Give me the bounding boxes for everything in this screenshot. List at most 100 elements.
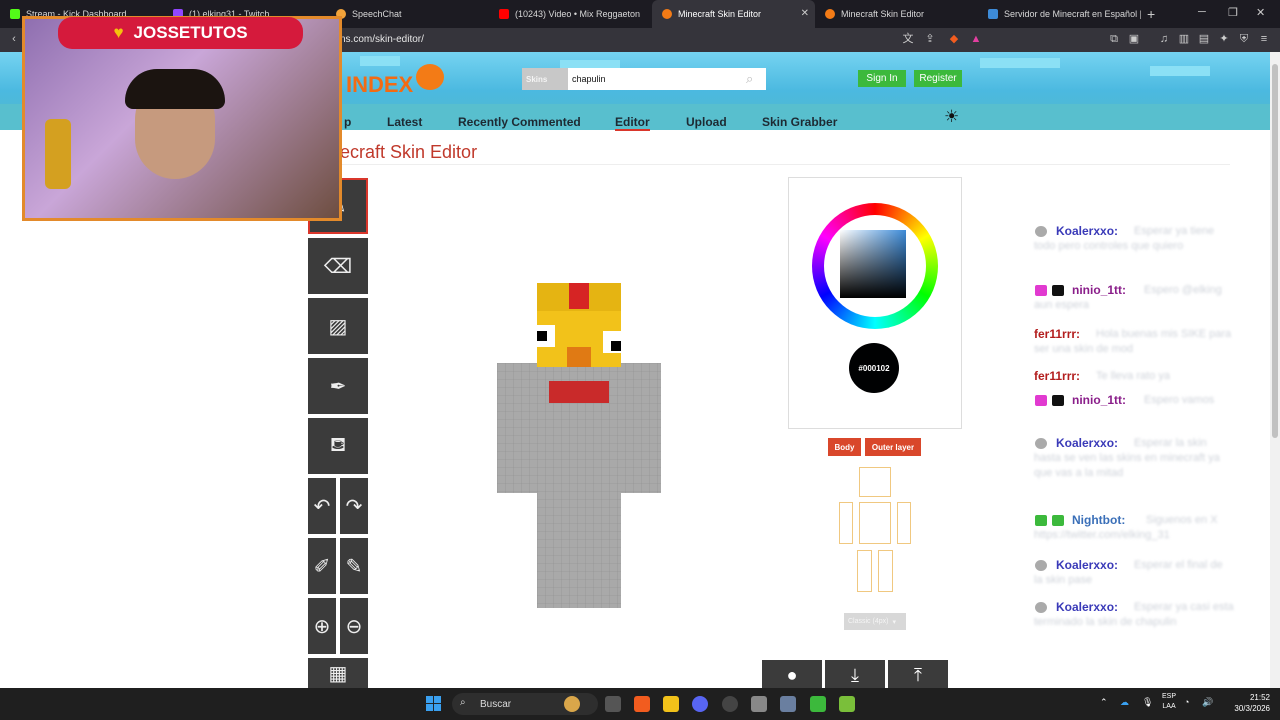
noise-brush-tool-button[interactable]: ▨ [308,298,368,354]
screenshot-icon[interactable]: ▣ [1128,33,1140,45]
cloud-icon[interactable]: ☁ [1120,697,1129,708]
zoom-out-button[interactable]: ⊖ [340,598,368,654]
clock[interactable]: 21:52 30/3/2026 [1222,692,1270,714]
nav-upload[interactable]: Upload [686,115,727,129]
brave-shield-icon[interactable]: ◆ [948,33,960,45]
color-picker-tool-button[interactable]: ✒ [308,358,368,414]
lighten-icon: ✎ [345,555,363,578]
kick-icon [10,9,20,19]
upload-button[interactable]: ⤒ [888,660,948,690]
pixel-cloud [980,58,1060,68]
sign-in-button[interactable]: Sign In [858,70,906,87]
search-category-select[interactable]: Skins [522,68,568,90]
discord-icon[interactable] [692,696,708,712]
nav-latest[interactable]: Latest [387,115,422,129]
close-tab-icon[interactable]: ✕ [801,8,809,19]
rewards-icon[interactable]: ▲ [970,33,982,45]
bucket-tool-button[interactable]: ⛾ [308,418,368,474]
obs-icon[interactable] [722,696,738,712]
part-toggle-right-arm[interactable] [839,502,853,544]
minecraft-icon[interactable] [810,696,826,712]
undo-icon: ↶ [313,495,331,518]
download-button[interactable]: ⤓ [825,660,885,690]
chat-message: Hola buenas mis SIKE para ser una skin d… [1034,328,1232,355]
trophy-figure [45,119,71,189]
minecraft-launcher-icon[interactable] [839,696,855,712]
file-explorer-icon[interactable] [663,696,679,712]
webcam-name-banner: ♥ JOSSETUTOS [58,17,303,49]
site-logo[interactable]: INDEX [346,72,413,98]
nav-recently-commented[interactable]: Recently Commented [458,115,581,129]
vpn-icon[interactable]: ⛨ [1238,33,1250,45]
maximize-icon[interactable]: ❐ [1228,6,1238,19]
zoom-in-button[interactable]: ⊕ [308,598,336,654]
skin-beak [567,347,591,367]
lighten-tool-button[interactable]: ✎ [340,538,368,594]
darken-tool-button[interactable]: ✐ [308,538,336,594]
menu-icon[interactable]: ≡ [1258,33,1270,45]
volume-icon[interactable]: 🔊 [1202,697,1213,708]
leo-ai-icon[interactable]: ✦ [1218,33,1230,45]
weather-widget-icon[interactable] [564,696,580,712]
nav-top[interactable]: p [344,115,351,129]
part-toggle-head[interactable] [859,467,891,497]
browser-tab[interactable]: (10243) Video • Mix Reggaeton [489,0,652,28]
body-layer-button[interactable]: Body [828,438,861,456]
divider [340,164,1230,165]
chat-message: Te lleva rato ya [1096,370,1170,382]
wallet-icon[interactable]: ▤ [1198,33,1210,45]
music-icon[interactable]: ♫ [1158,33,1170,45]
sidebar-icon[interactable]: ▥ [1178,33,1190,45]
grid-tool-button[interactable]: ▦ [308,658,368,688]
sun-icon[interactable]: ☀ [944,107,959,127]
reset-button[interactable]: ● [762,660,822,690]
register-button[interactable]: Register [914,70,962,87]
browser-tab-active[interactable]: Minecraft Skin Editor ✕ [652,0,815,28]
upload-icon: ⤒ [914,664,922,685]
mic-icon[interactable]: 🎙 [1142,697,1153,708]
chevron-down-icon: ▾ [892,618,896,626]
close-window-icon[interactable]: ✕ [1256,6,1265,19]
settings-icon[interactable] [780,696,796,712]
model-select[interactable]: Classic (4px) ▾ [844,613,906,630]
search-input[interactable] [568,68,766,90]
browser-tab[interactable]: SpeechChat [326,0,489,28]
translate-icon[interactable]: 文 [902,33,914,45]
browser-tab[interactable]: Servidor de Minecraft en Español | U [978,0,1141,28]
brave-icon[interactable] [634,696,650,712]
redo-button[interactable]: ↷ [340,478,368,534]
store-icon[interactable] [751,696,767,712]
nav-editor[interactable]: Editor [615,115,650,131]
url-field[interactable]: ns.com/skin-editor/ [340,34,424,45]
task-view-icon[interactable] [605,696,621,712]
extensions-icon[interactable]: ⧉ [1108,33,1120,45]
eraser-tool-button[interactable]: ⌫ [308,238,368,294]
part-toggle-right-leg[interactable] [857,550,872,592]
skin-preview[interactable] [497,283,661,609]
minimize-icon[interactable]: ─ [1198,6,1206,18]
selected-color-swatch[interactable]: #000102 [849,343,899,393]
wifi-icon[interactable]: ◔ [1184,697,1189,707]
browser-tab[interactable]: Minecraft Skin Editor [815,0,978,28]
part-toggle-left-arm[interactable] [897,502,911,544]
outer-layer-button[interactable]: Outer layer [865,438,921,456]
windows-start-icon[interactable] [426,696,441,711]
language-indicator[interactable]: ESP LAA [1162,692,1176,712]
chat-message: Esperar ya casi esta terminado la skin d… [1034,601,1234,628]
search-icon[interactable]: ⌕ [746,71,762,87]
zoom-out-icon: ⊖ [345,615,363,638]
part-toggle-left-leg[interactable] [878,550,893,592]
undo-button[interactable]: ↶ [308,478,336,534]
chat-message: Espero vamos [1144,394,1215,406]
saturation-value-square[interactable] [840,230,906,298]
new-tab-icon[interactable]: + [1147,6,1155,22]
noise-brush-icon: ▨ [328,315,348,338]
pumpkin-icon: ● [786,664,798,685]
part-toggle-body[interactable] [859,502,891,544]
share-icon[interactable]: ⇪ [924,33,936,45]
nav-skin-grabber[interactable]: Skin Grabber [762,115,837,129]
chevron-up-icon[interactable]: ⌃ [1100,697,1108,708]
scrollbar-thumb[interactable] [1272,64,1278,438]
skin-comb [569,283,589,309]
back-icon[interactable]: ‹ [8,33,20,45]
